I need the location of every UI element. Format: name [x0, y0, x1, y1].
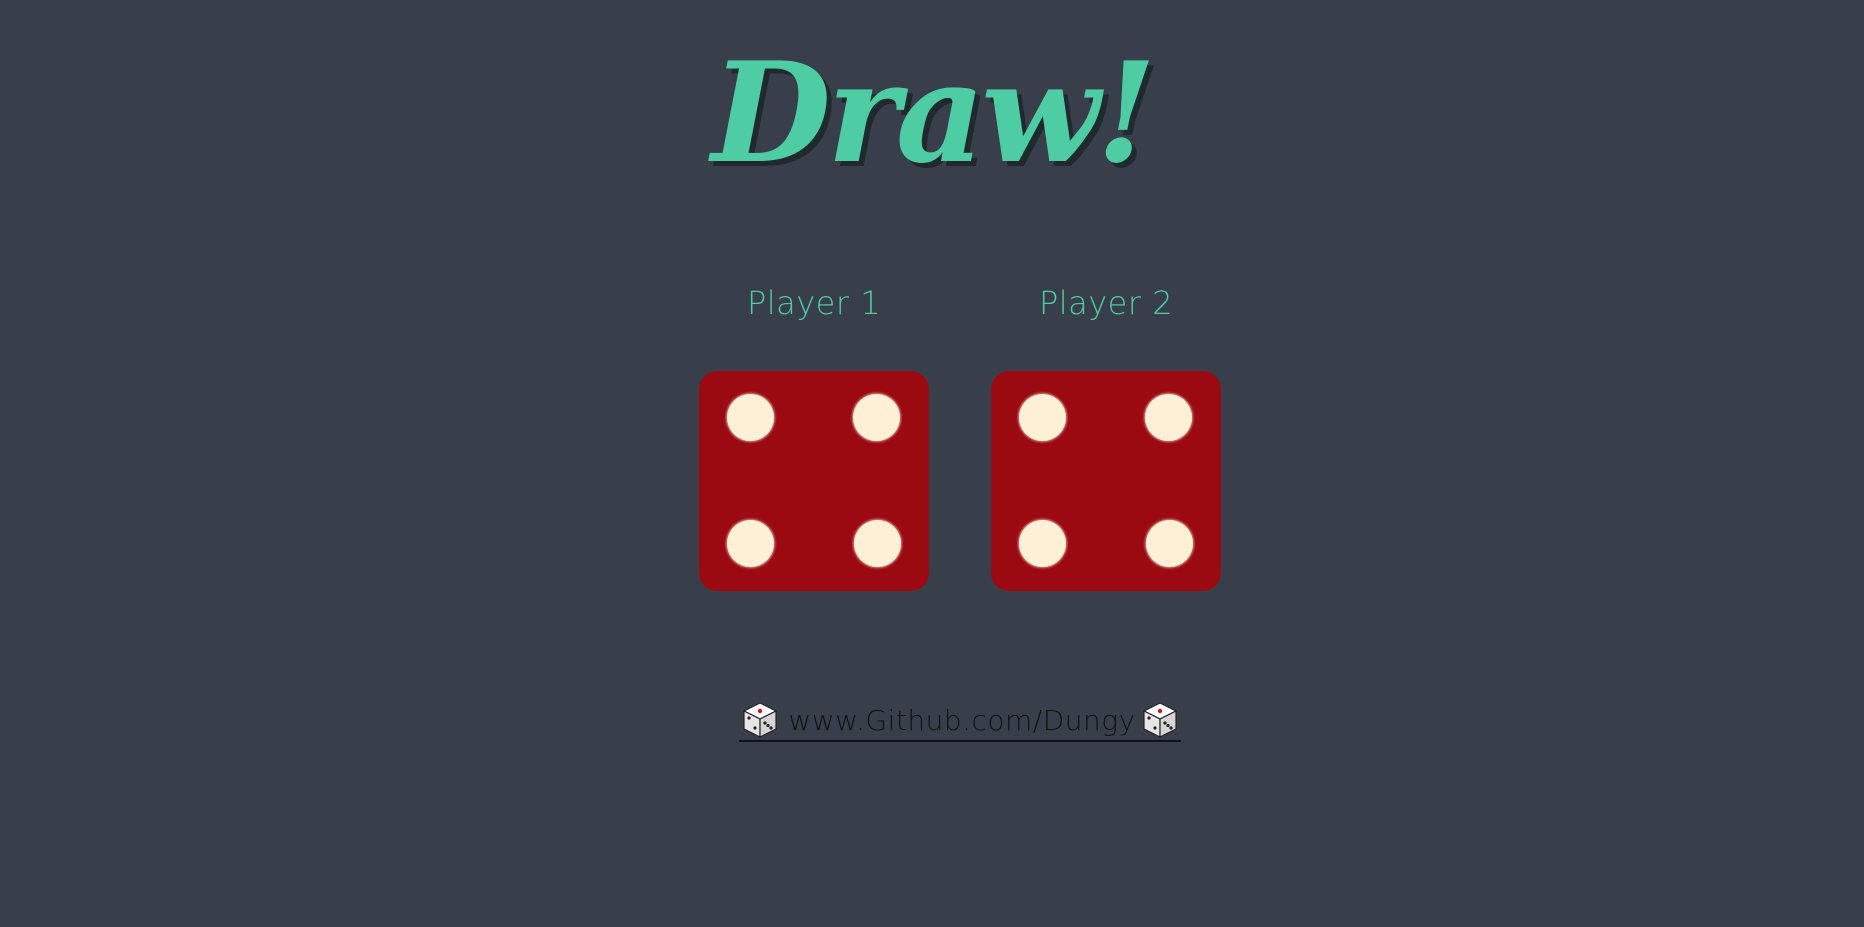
- die-pip: [1145, 394, 1192, 441]
- page-title: Draw!: [711, 31, 1156, 194]
- die-pip: [1146, 520, 1193, 567]
- die-pip: [853, 394, 900, 441]
- die-pip: [1019, 520, 1066, 567]
- die-pip: [854, 520, 901, 567]
- die-pip: [727, 520, 774, 567]
- dice-icon: [1142, 701, 1178, 739]
- die-pip: [1019, 394, 1066, 441]
- player-1-label: Player 1: [746, 284, 882, 322]
- player-2-die: [991, 371, 1221, 591]
- github-link-text: www.Github.com/Dungy: [788, 703, 1136, 737]
- die-pip: [727, 394, 774, 441]
- dice-icon: [742, 701, 778, 739]
- player-1-die: [699, 371, 929, 591]
- github-link[interactable]: www.Github.com/Dungy: [739, 700, 1181, 742]
- player-2-label: Player 2: [1038, 284, 1174, 322]
